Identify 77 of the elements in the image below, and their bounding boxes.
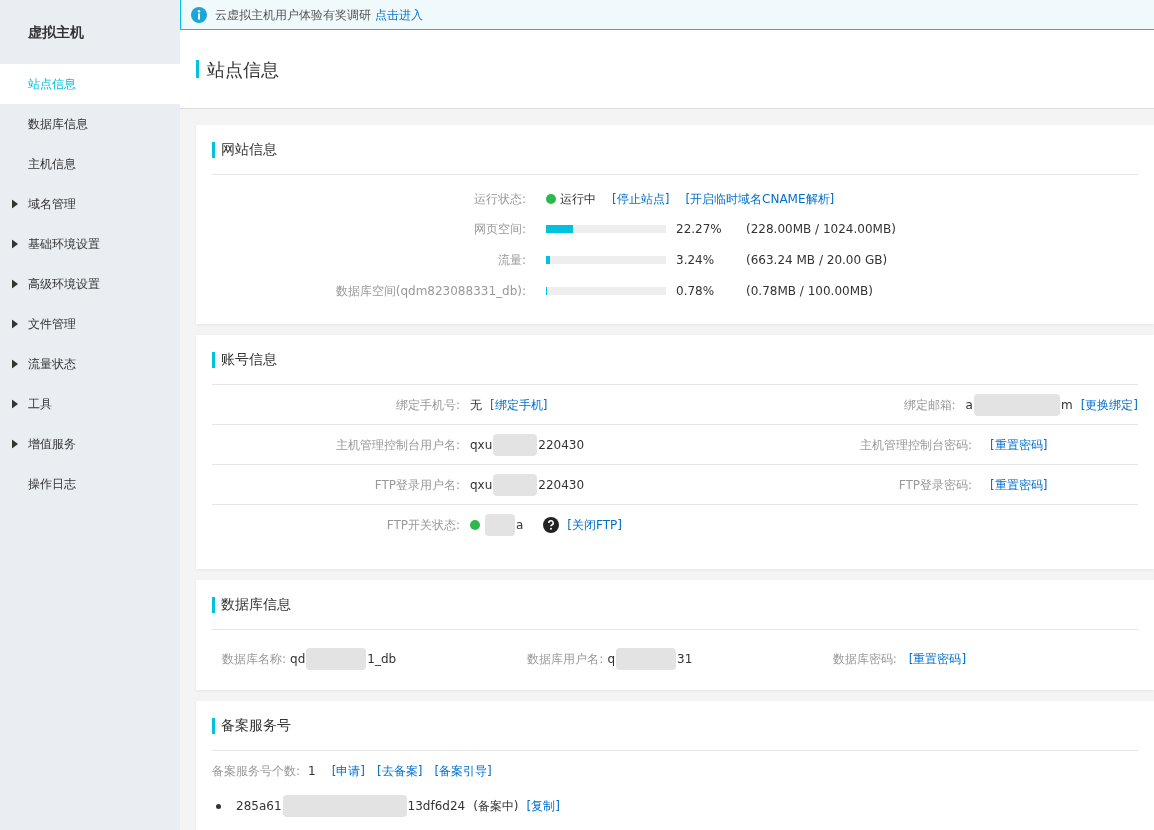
field-value: a [965,396,973,414]
field-value: 31 [677,651,693,668]
field-value: 220430 [538,436,585,454]
field-value: 1 [308,763,316,780]
caret-icon [12,199,18,209]
section-title: 备案服务号 [221,716,291,735]
usage-detail: (663.24 MB / 20.00 GB) [746,251,888,269]
sidebar-item[interactable]: 工具 [0,384,180,424]
field-value: 1_db [367,651,397,668]
field-label: 运行状态: [472,191,527,208]
caret-icon [12,279,18,289]
field-label: 主机管理控制台密码: [858,436,973,454]
sidebar-item[interactable]: 域名管理 [0,184,180,224]
caret-icon [12,439,18,449]
page-title: 站点信息 [207,57,279,82]
action-link[interactable]: [复制] [526,797,560,815]
sidebar-item[interactable]: 流量状态 [0,344,180,384]
sidebar-item[interactable]: 操作日志 [0,464,180,504]
field-value: m [1060,396,1073,414]
field-label: 绑定邮箱: [902,396,957,414]
field-label: 备案服务号个数: [212,763,301,780]
section-title: 账号信息 [221,350,277,369]
field-label: FTP登录用户名: [373,476,461,494]
usage-percent: 3.24% [676,251,716,269]
field-value: a [516,517,524,534]
field-value: 13df6d24 [407,798,466,815]
field-label: 数据库名称: [222,651,287,668]
sidebar-item[interactable]: 增值服务 [0,424,180,464]
section-title: 数据库信息 [221,595,291,614]
field-label: FTP开关状态: [385,517,461,534]
field-value: 220430 [538,476,585,494]
usage-percent: 22.27% [676,220,723,238]
bullet-icon [216,803,221,809]
action-link[interactable]: [重置密码] [990,475,1048,494]
field-label: 网页空间: [472,220,527,238]
field-label: 数据库用户名: [527,651,604,668]
field-label: 数据库空间(qdm823088331_db): [334,282,527,300]
field-label: FTP登录密码: [897,476,973,494]
notice-link[interactable]: 点击进入 [375,5,423,24]
action-link[interactable]: [备案引导] [434,762,492,780]
action-link[interactable]: [重置密码] [908,650,967,668]
action-link[interactable]: [更换绑定] [1080,395,1138,414]
sidebar-item[interactable]: 基础环境设置 [0,224,180,264]
caret-icon [12,319,18,329]
sidebar-item[interactable]: 主机信息 [0,144,180,184]
filing-status: (备案中) [473,798,519,815]
caret-icon [12,239,18,249]
action-link[interactable]: [开启临时域名CNAME解析] [685,190,835,208]
caret-icon [12,399,18,409]
field-value: 285a61 [236,798,282,815]
action-link[interactable]: [去备案] [377,762,423,780]
info-icon [191,6,207,23]
usage-detail: (228.00MB / 1024.00MB) [746,220,896,238]
usage-percent: 0.78% [676,282,716,300]
action-link[interactable]: [重置密码] [990,435,1048,454]
sidebar-item[interactable]: 文件管理 [0,304,180,344]
section-title: 网站信息 [221,140,277,159]
action-link[interactable]: [申请] [331,762,366,780]
action-link[interactable]: [停止站点] [612,190,670,208]
field-label: 数据库密码: [832,651,897,668]
sidebar-title: 虚拟主机 [27,22,85,42]
field-value: qxu [470,436,493,454]
action-link[interactable]: [关闭FTP] [567,516,622,534]
action-link[interactable]: [绑定手机] [490,395,548,414]
notice-text: 云虚拟主机用户体验有奖调研 [215,6,371,24]
sidebar-item[interactable]: 高级环境设置 [0,264,180,304]
status-text: 运行中 [560,191,596,208]
sidebar-item[interactable]: 数据库信息 [0,104,180,144]
field-value: qd [290,651,306,668]
usage-detail: (0.78MB / 100.00MB) [746,282,873,300]
field-label: 绑定手机号: [394,396,461,414]
field-value: q [607,651,615,668]
field-label: 主机管理控制台用户名: [334,436,461,454]
field-label: 流量: [496,251,527,269]
field-value: 无 [470,396,482,414]
field-value: qxu [470,476,493,494]
caret-icon [12,359,18,369]
